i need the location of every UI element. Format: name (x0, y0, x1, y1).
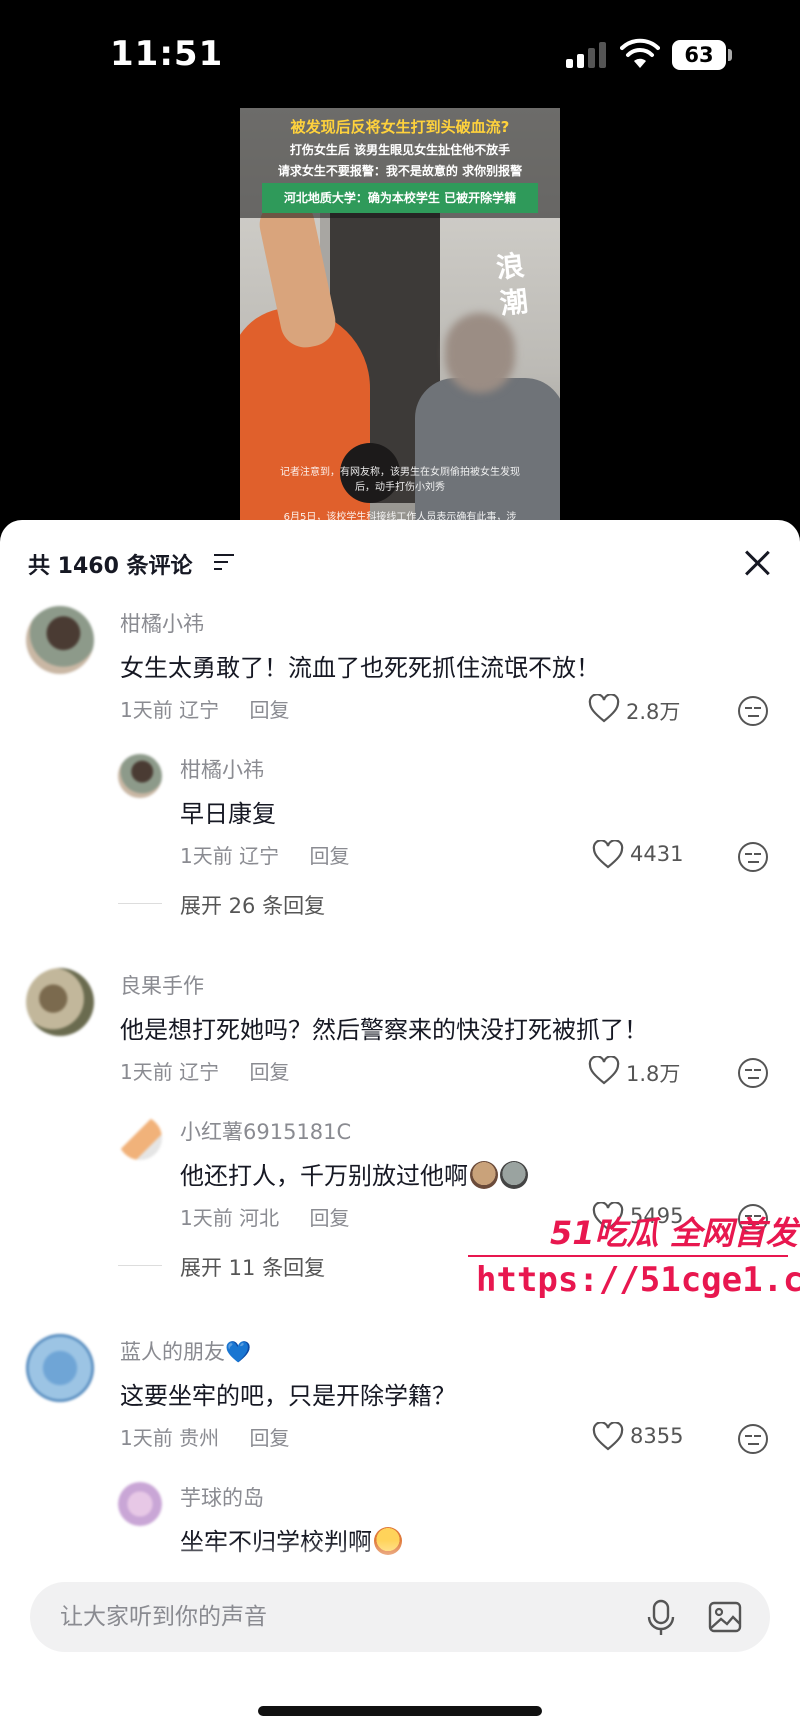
comment-location: 贵州 (179, 1426, 220, 1450)
reply-button[interactable]: 回复 (249, 1060, 289, 1084)
comment-location: 辽宁 (179, 1060, 220, 1084)
comment-meta: 1天前 贵州 回复 (120, 1422, 289, 1451)
reply-meta: 1天前 河北 回复 (180, 1202, 349, 1231)
reply-username[interactable]: 柑橘小祎 (180, 754, 264, 784)
like-count: 8355 (630, 1424, 684, 1448)
watermark-underline (468, 1255, 788, 1257)
watermark-brand: 51吃瓜 全网首发 (550, 1214, 798, 1252)
dislike-icon[interactable] (738, 842, 768, 872)
reply-text-content: 他还打人，千万别放过他啊 (180, 1162, 468, 1190)
comments-header: 共 1460 条评论 (0, 520, 800, 604)
comment-meta: 1天前 辽宁 回复 (120, 694, 289, 723)
avatar[interactable] (26, 1334, 94, 1402)
close-icon[interactable] (744, 550, 770, 576)
heart-icon (592, 1422, 624, 1451)
image-icon[interactable] (708, 1600, 742, 1634)
comment-count: 共 1460 条评论 (28, 554, 193, 579)
comment-location: 辽宁 (179, 698, 220, 722)
comment-time: 1天前 (120, 1426, 173, 1450)
status-time: 11:51 (110, 34, 224, 74)
video-player[interactable]: 被发现后反将女生打到头破血流? 打伤女生后 该男生眼见女生扯住他不放手 请求女生… (240, 108, 560, 548)
heart-icon (592, 840, 624, 869)
reply-time: 1天前 (180, 1206, 233, 1230)
reply-button[interactable]: 回复 (309, 844, 349, 868)
comment-text: 他是想打死她吗？然后警察来的快没打死被抓了！ (120, 1016, 648, 1044)
expand-line (118, 903, 162, 904)
microphone-icon[interactable] (646, 1599, 676, 1637)
crying-cat-emoji-icon (470, 1161, 498, 1189)
comment-time: 1天前 (120, 698, 173, 722)
comment-meta: 1天前 辽宁 回复 (120, 1056, 289, 1085)
cat-emoji-icon (500, 1161, 528, 1189)
video-blurred-face (445, 313, 515, 393)
video-highlight-banner: 河北地质大学：确为本校学生 已被开除学籍 (262, 183, 538, 213)
comments-sheet: 共 1460 条评论 柑橘小祎 女生太勇敢了！流血了也死死抓住流氓不放！ 1天前… (0, 520, 800, 1736)
avatar[interactable] (118, 1482, 162, 1526)
avatar[interactable] (26, 968, 94, 1036)
reply-time: 1天前 (180, 844, 233, 868)
like-count: 2.8万 (626, 700, 681, 724)
avatar[interactable] (118, 1116, 162, 1160)
like-count: 4431 (630, 842, 684, 866)
expand-replies-label: 展开 11 条回复 (180, 1256, 326, 1280)
video-headline: 被发现后反将女生打到头破血流? (290, 118, 510, 136)
avatar[interactable] (26, 606, 94, 674)
expand-line (118, 1265, 162, 1266)
reply-username[interactable]: 芋球的岛 (180, 1482, 264, 1512)
comment-username[interactable]: 柑橘小祎 (120, 608, 204, 638)
reply-meta: 1天前 辽宁 回复 (180, 840, 349, 869)
expand-replies-label: 展开 26 条回复 (180, 894, 326, 918)
reply-text: 他还打人，千万别放过他啊 (180, 1156, 528, 1191)
watermark-url: https://51cge1.com (476, 1260, 800, 1300)
sort-icon[interactable] (214, 554, 234, 570)
reply-location: 河北 (239, 1206, 280, 1230)
reply-location: 辽宁 (239, 844, 280, 868)
video-subtitle-1: 打伤女生后 该男生眼见女生扯住他不放手 (289, 143, 511, 157)
status-bar: 11:51 63 (0, 0, 800, 110)
reply-button[interactable]: 回复 (309, 1206, 349, 1230)
like-count: 1.8万 (626, 1062, 681, 1086)
comment-username[interactable]: 蓝人的朋友💙 (120, 1336, 251, 1366)
comment-username[interactable]: 良果手作 (120, 970, 204, 1000)
avatar[interactable] (118, 754, 162, 798)
video-subtitle-2: 请求女生不要报警：我不是故意的 求你别报警 (277, 164, 523, 178)
heart-icon (588, 1056, 620, 1085)
heart-icon (588, 694, 620, 723)
comment-input-bar (30, 1582, 770, 1652)
battery-indicator: 63 (672, 40, 726, 70)
list-fade (0, 1540, 800, 1580)
cellular-signal-icon (566, 42, 610, 68)
wifi-icon (620, 38, 660, 68)
reply-button[interactable]: 回复 (249, 1426, 289, 1450)
home-indicator[interactable] (258, 1706, 542, 1716)
battery-tip (728, 49, 732, 61)
comment-text: 这要坐牢的吧，只是开除学籍？ (120, 1382, 456, 1410)
comment-input[interactable] (60, 1582, 620, 1652)
comment-text: 女生太勇敢了！流血了也死死抓住流氓不放！ (120, 654, 600, 682)
dislike-icon[interactable] (738, 696, 768, 726)
reply-username[interactable]: 小红薯6915181C (180, 1116, 351, 1146)
reply-text: 早日康复 (180, 800, 276, 828)
comment-time: 1天前 (120, 1060, 173, 1084)
video-channel-logo: 浪潮 (494, 248, 530, 321)
dislike-icon[interactable] (738, 1424, 768, 1454)
reply-button[interactable]: 回复 (249, 698, 289, 722)
dislike-icon[interactable] (738, 1058, 768, 1088)
video-caption-1: 记者注意到，有网友称，该男生在女厕偷拍被女生发现后，动手打伤小刘秀 (280, 467, 520, 493)
